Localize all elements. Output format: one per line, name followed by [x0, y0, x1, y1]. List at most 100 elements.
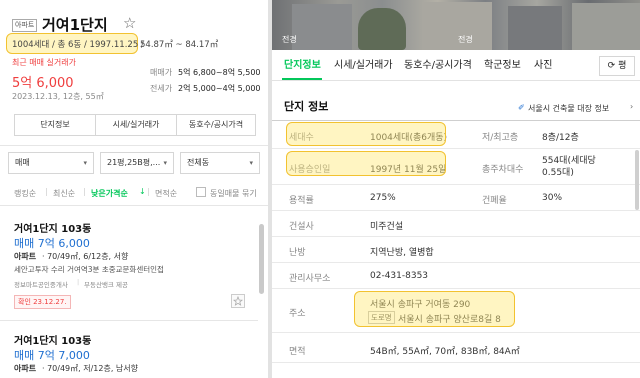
area-value: 54B㎡, 55A㎡, 70㎡, 83B㎡, 84A㎡	[370, 347, 520, 357]
chevron-down-icon: ▾	[249, 159, 253, 167]
recent-trade-price: 5억 6,000	[12, 76, 74, 91]
photo-building	[422, 2, 492, 50]
building-ledger-link[interactable]: 서울시 건축물 대장 정보	[528, 103, 609, 114]
photo-building	[292, 4, 352, 50]
photo-label: 전경	[458, 35, 473, 44]
table-row: 난방 지역난방, 열병합	[272, 237, 640, 263]
photo-building	[572, 3, 640, 50]
chevron-right-icon: ›	[630, 102, 634, 111]
dup-listing-label: 동일매물 묶기	[210, 189, 257, 198]
list-scrollbar[interactable]	[259, 224, 264, 294]
recent-trade-label: 최근 매매 실거래가	[12, 58, 76, 67]
section-title: 단지 정보	[284, 100, 329, 113]
unit-official-price-button[interactable]: 동호수/공시가격	[176, 114, 256, 136]
listing-description: 세안고투자 수리 거여역3분 초중교문화센터인접	[14, 265, 164, 274]
listing-type: 아파트	[14, 252, 37, 261]
parking-value: 554대(세대당 0.55대)	[542, 156, 596, 178]
area-value: 21평,25B평,...	[107, 158, 161, 167]
address-highlight-box	[354, 291, 515, 327]
sort-separator: |	[147, 187, 150, 196]
chevron-down-icon: ▾	[163, 159, 167, 167]
far-label: 용적률	[289, 196, 314, 206]
office-value[interactable]: 02-431-8353	[370, 271, 428, 281]
area-label: 면적	[289, 347, 306, 357]
table-row: 건설사 미주건설	[272, 211, 640, 237]
listing-item[interactable]: 거여1단지 103동 매매 7억 7,000 아파트 · 70/49㎡, 저/1…	[0, 321, 258, 378]
sort-ranking[interactable]: 랭킹순	[14, 188, 36, 199]
right-panel: 전경 전경 단지정보 시세/실거래가 동호수/공시가격 학군정보 사진 ⟳ 평 …	[272, 0, 640, 378]
dong-value: 전체동	[187, 158, 210, 167]
listing-source: 정보마트공인중개사	[14, 281, 68, 289]
confirm-date-badge: 확인 23.12.27.	[14, 295, 71, 309]
sort-separator: |	[83, 187, 86, 196]
sort-separator: |	[45, 187, 48, 196]
listing-price: 매매 7억 6,000	[14, 237, 90, 250]
photo-building	[508, 6, 562, 50]
tab-price-trade[interactable]: 시세/실거래가	[334, 52, 393, 80]
trade-type-select[interactable]: 매매 ▾	[8, 152, 94, 174]
type-badge: 아파트	[12, 19, 38, 32]
listing-type: 아파트	[14, 364, 37, 373]
sort-low-price[interactable]: 낮은가격순	[91, 188, 128, 199]
far-value: 275%	[370, 193, 396, 203]
sort-area[interactable]: 면적순	[155, 188, 177, 199]
building-ledger-icon: ✐	[518, 103, 525, 112]
sort-arrow-icon: ↓	[139, 187, 146, 196]
tab-photos[interactable]: 사진	[534, 52, 552, 80]
refresh-label: 평	[618, 61, 627, 71]
listing-price: 매매 7억 7,000	[14, 349, 90, 362]
listing-title: 거여1단지 103동	[14, 336, 92, 347]
tab-complex-info[interactable]: 단지정보	[284, 52, 321, 80]
divider	[0, 145, 268, 146]
left-panel: 아파트 거여1단지 ☆ 1004세대 / 총 6동 / 1997.11.25 /…	[0, 0, 268, 378]
listing-spec: · 70/49㎡, 6/12층, 서향	[42, 252, 129, 261]
table-row: 면적 54B㎡, 55A㎡, 70㎡, 83B㎡, 84A㎡	[272, 333, 640, 363]
listing-thumbnail[interactable]	[231, 294, 245, 308]
households-highlight-box	[286, 122, 446, 146]
trade-type-value: 매매	[15, 158, 30, 167]
chevron-down-icon: ▾	[83, 159, 87, 167]
floors-value: 8층/12층	[542, 133, 579, 143]
refresh-button[interactable]: ⟳ 평	[599, 56, 635, 76]
office-label: 관리사무소	[289, 274, 331, 284]
recent-trade-date: 2023.12.13, 12층, 55㎡	[12, 92, 104, 101]
heating-label: 난방	[289, 248, 306, 258]
area-select[interactable]: 21평,25B평,... ▾	[100, 152, 174, 174]
photo-label: 전경	[282, 35, 297, 44]
complex-info-button[interactable]: 단지정보	[14, 114, 96, 136]
floors-label: 저/최고층	[482, 133, 519, 143]
approval-date-highlight-box	[286, 151, 446, 176]
complex-summary-highlight: 1004세대 / 총 6동 / 1997.11.25 /	[12, 40, 144, 50]
refresh-icon: ⟳	[607, 61, 616, 71]
listing-spec: · 70/49㎡, 저/12층, 남서향	[42, 364, 138, 373]
tab-unit-price[interactable]: 동호수/공시가격	[404, 52, 472, 80]
bcr-label: 건폐율	[482, 196, 507, 206]
parking-label: 총주차대수	[482, 165, 524, 175]
table-row: 관리사무소 02-431-8353	[272, 263, 640, 289]
listing-provider: 부동산뱅크 제공	[84, 281, 128, 289]
sale-price-range: 5억 6,800~8억 5,500	[178, 68, 261, 77]
complex-name: 거여1단지	[42, 16, 108, 34]
listing-title: 거여1단지 103동	[14, 224, 92, 235]
favorite-star-icon[interactable]: ☆	[123, 14, 136, 32]
bcr-value: 30%	[542, 193, 563, 203]
table-row: 용적률 275% 건폐율 30%	[272, 185, 640, 211]
builder-value: 미주건설	[370, 222, 404, 232]
price-trade-button[interactable]: 시세/실거래가	[95, 114, 177, 136]
star-outline-icon	[232, 295, 244, 306]
sale-price-label: 매매가	[150, 68, 173, 77]
listing-item[interactable]: 거여1단지 103동 매매 7억 6,000 아파트 · 70/49㎡, 6/1…	[0, 206, 258, 320]
tab-school[interactable]: 학군정보	[484, 52, 521, 80]
photo-strip[interactable]: 전경 전경	[272, 0, 640, 50]
right-scrollbar[interactable]	[635, 150, 639, 210]
heating-value: 지역난방, 열병합	[370, 248, 434, 258]
jeonse-price-range: 2억 5,000~4억 5,000	[178, 84, 261, 93]
photo-tree	[358, 8, 406, 50]
dup-listing-checkbox[interactable]	[196, 187, 206, 197]
builder-label: 건설사	[289, 222, 314, 232]
jeonse-price-label: 전세가	[150, 84, 173, 93]
complex-summary-area: 54.87㎡ ~ 84.17㎡	[140, 40, 219, 50]
dong-select[interactable]: 전체동 ▾	[180, 152, 260, 174]
sort-latest[interactable]: 최신순	[53, 188, 75, 199]
divider	[272, 80, 640, 81]
